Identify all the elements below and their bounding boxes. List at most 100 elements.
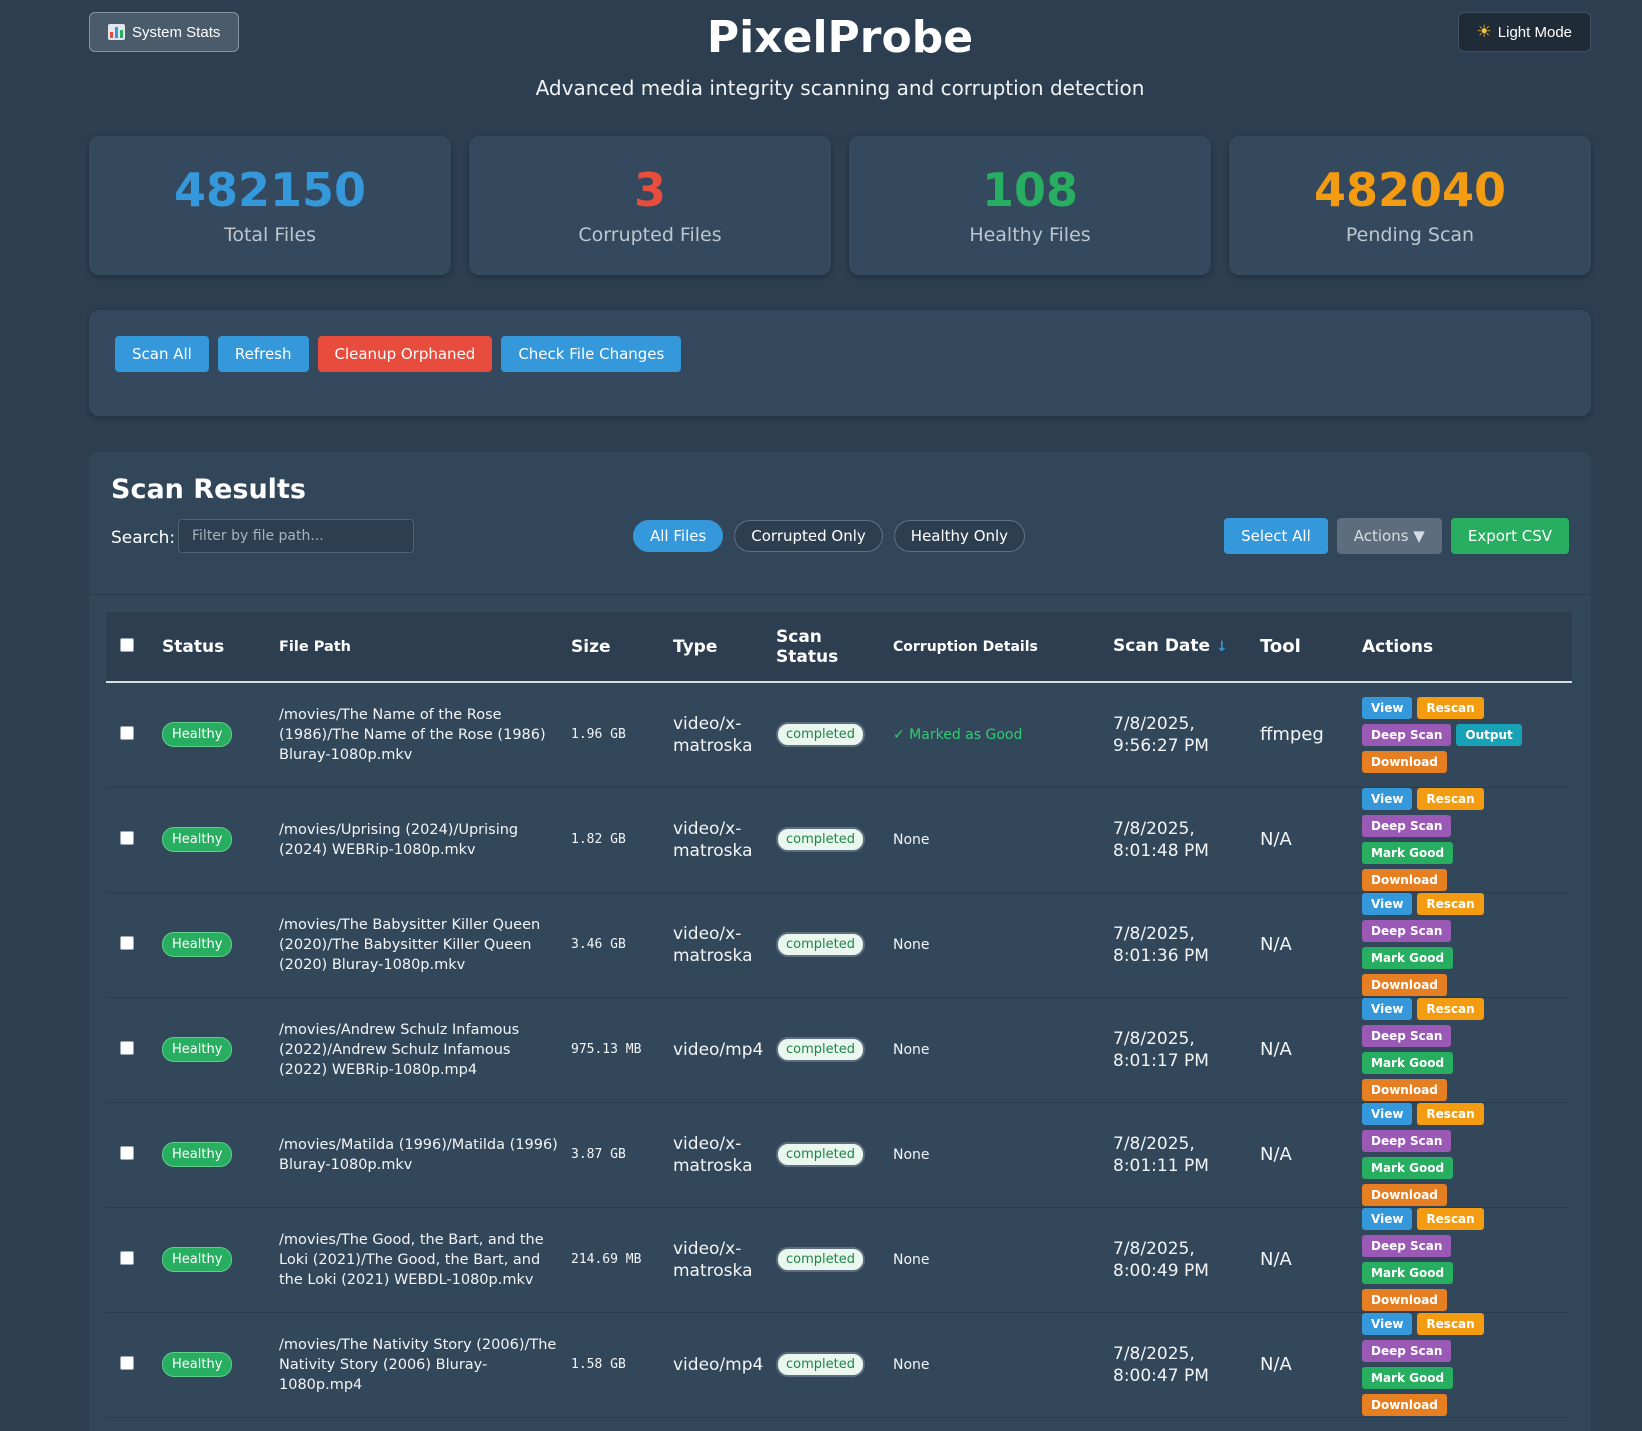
mark-good-button[interactable]: Mark Good xyxy=(1362,1052,1454,1074)
filter-all-files[interactable]: All Files xyxy=(633,520,724,552)
select-all-checkbox[interactable] xyxy=(120,637,134,652)
results-table: Status File Path Size Type Scan Status C… xyxy=(106,612,1572,1418)
light-mode-toggle[interactable]: ☀ Light Mode xyxy=(1457,12,1591,52)
cleanup-orphaned-button[interactable]: Cleanup Orphaned xyxy=(317,336,493,372)
deep-scan-button[interactable]: Deep Scan xyxy=(1362,815,1452,837)
mark-good-button[interactable]: Mark Good xyxy=(1362,1367,1454,1389)
filter-healthy-only[interactable]: Healthy Only xyxy=(893,520,1026,552)
rescan-button[interactable]: Rescan xyxy=(1417,1313,1484,1335)
row-actions: View Rescan Deep Scan Mark Good Download xyxy=(1362,1208,1538,1311)
row-checkbox[interactable] xyxy=(120,936,134,950)
row-actions: View Rescan Deep Scan Mark Good Download xyxy=(1362,788,1538,891)
rescan-button[interactable]: Rescan xyxy=(1417,696,1484,719)
sun-icon: ☀ xyxy=(1476,22,1492,41)
scan-all-button[interactable]: Scan All xyxy=(115,336,209,372)
rescan-button[interactable]: Rescan xyxy=(1417,1103,1484,1125)
scan-status-badge: completed xyxy=(776,1142,865,1167)
header-file-path[interactable]: File Path xyxy=(279,612,571,683)
deep-scan-button[interactable]: Deep Scan xyxy=(1362,920,1452,942)
filter-corrupted-only[interactable]: Corrupted Only xyxy=(734,520,883,552)
view-button[interactable]: View xyxy=(1362,998,1413,1020)
corruption-details: None xyxy=(893,1146,930,1163)
header-scan-status[interactable]: Scan Status xyxy=(776,612,893,683)
status-cell: Healthy xyxy=(162,1102,279,1207)
mark-good-button[interactable]: Mark Good xyxy=(1362,1262,1454,1284)
view-button[interactable]: View xyxy=(1362,788,1413,810)
view-button[interactable]: View xyxy=(1362,696,1413,719)
header-status[interactable]: Status xyxy=(162,612,279,683)
rescan-button[interactable]: Rescan xyxy=(1417,998,1484,1020)
view-button[interactable]: View xyxy=(1362,1208,1413,1230)
row-checkbox[interactable] xyxy=(120,1041,134,1055)
mark-good-button[interactable]: Mark Good xyxy=(1362,842,1454,864)
file-size: 3.87 GB xyxy=(571,1147,626,1162)
row-checkbox[interactable] xyxy=(120,1251,134,1265)
view-button[interactable]: View xyxy=(1362,1313,1413,1335)
export-csv-button[interactable]: Export CSV xyxy=(1450,518,1569,554)
row-checkbox[interactable] xyxy=(120,831,134,845)
rescan-button[interactable]: Rescan xyxy=(1417,1208,1484,1230)
view-button[interactable]: View xyxy=(1362,893,1413,915)
deep-scan-button[interactable]: Deep Scan xyxy=(1362,1340,1452,1362)
header-type[interactable]: Type xyxy=(673,612,776,683)
status-badge: Healthy xyxy=(162,722,233,748)
view-button[interactable]: View xyxy=(1362,1103,1413,1125)
header-corruption-details[interactable]: Corruption Details xyxy=(893,612,1113,683)
row-checkbox[interactable] xyxy=(120,726,134,741)
header-size[interactable]: Size xyxy=(571,612,673,683)
file-size: 1.58 GB xyxy=(571,1357,626,1372)
row-checkbox[interactable] xyxy=(120,1146,134,1160)
file-size: 214.69 MB xyxy=(571,1252,642,1267)
deep-scan-button[interactable]: Deep Scan xyxy=(1362,1025,1452,1047)
scan-tool: N/A xyxy=(1260,934,1292,955)
select-all-button[interactable]: Select All xyxy=(1224,518,1328,554)
stat-label: Pending Scan xyxy=(1345,224,1475,246)
download-button[interactable]: Download xyxy=(1362,1184,1447,1206)
scan-status-cell: completed xyxy=(776,787,893,892)
table-row: Healthy /movies/Andrew Schulz Infamous (… xyxy=(106,997,1572,1102)
corruption-details: None xyxy=(893,936,930,953)
download-button[interactable]: Download xyxy=(1362,974,1447,996)
rescan-button[interactable]: Rescan xyxy=(1417,788,1484,810)
scan-status-cell: completed xyxy=(776,892,893,997)
rescan-button[interactable]: Rescan xyxy=(1417,893,1484,915)
output-button[interactable]: Output xyxy=(1456,723,1522,746)
download-button[interactable]: Download xyxy=(1362,1394,1447,1416)
mark-good-button[interactable]: Mark Good xyxy=(1362,1157,1454,1179)
app-subtitle: Advanced media integrity scanning and co… xyxy=(535,76,1145,100)
file-type: video/mp4 xyxy=(673,1354,764,1375)
search-input[interactable] xyxy=(178,519,414,553)
mark-good-button[interactable]: Mark Good xyxy=(1362,947,1454,969)
scan-status-cell: completed xyxy=(776,1207,893,1312)
check-file-changes-button[interactable]: Check File Changes xyxy=(501,336,682,372)
row-checkbox[interactable] xyxy=(120,1356,134,1370)
stat-card-healthy: 108 Healthy Files xyxy=(849,136,1211,275)
header-scan-date[interactable]: Scan Date ↓ xyxy=(1113,612,1260,683)
table-row: Healthy /movies/The Good, the Bart, and … xyxy=(106,1207,1572,1312)
scan-date: 7/8/2025, 8:01:17 PM xyxy=(1113,1028,1209,1071)
corruption-details: None xyxy=(893,1356,930,1373)
scan-tool: N/A xyxy=(1260,829,1292,850)
stat-card-total: 482150 Total Files xyxy=(89,136,451,275)
header-select-cell xyxy=(106,612,162,683)
file-size: 1.82 GB xyxy=(571,832,626,847)
table-body: Healthy /movies/The Name of the Rose (19… xyxy=(106,682,1572,1417)
status-badge: Healthy xyxy=(162,932,233,957)
header-tool[interactable]: Tool xyxy=(1260,612,1362,683)
file-path: /movies/The Babysitter Killer Queen (202… xyxy=(279,916,541,973)
download-button[interactable]: Download xyxy=(1362,750,1447,773)
stat-label: Healthy Files xyxy=(969,224,1091,246)
status-cell: Healthy xyxy=(162,1207,279,1312)
stats-row: 482150 Total Files 3 Corrupted Files 108… xyxy=(89,136,1591,275)
download-button[interactable]: Download xyxy=(1362,1289,1447,1311)
actions-dropdown[interactable]: Actions ▼ xyxy=(1336,518,1442,554)
search-label: Search: xyxy=(111,528,176,548)
deep-scan-button[interactable]: Deep Scan xyxy=(1362,1235,1452,1257)
deep-scan-button[interactable]: Deep Scan xyxy=(1362,1130,1452,1152)
download-button[interactable]: Download xyxy=(1362,869,1447,891)
deep-scan-button[interactable]: Deep Scan xyxy=(1362,723,1452,746)
download-button[interactable]: Download xyxy=(1362,1079,1447,1101)
scan-date: 7/8/2025, 9:56:27 PM xyxy=(1113,713,1209,756)
refresh-button[interactable]: Refresh xyxy=(217,336,309,372)
status-cell: Healthy xyxy=(162,892,279,997)
